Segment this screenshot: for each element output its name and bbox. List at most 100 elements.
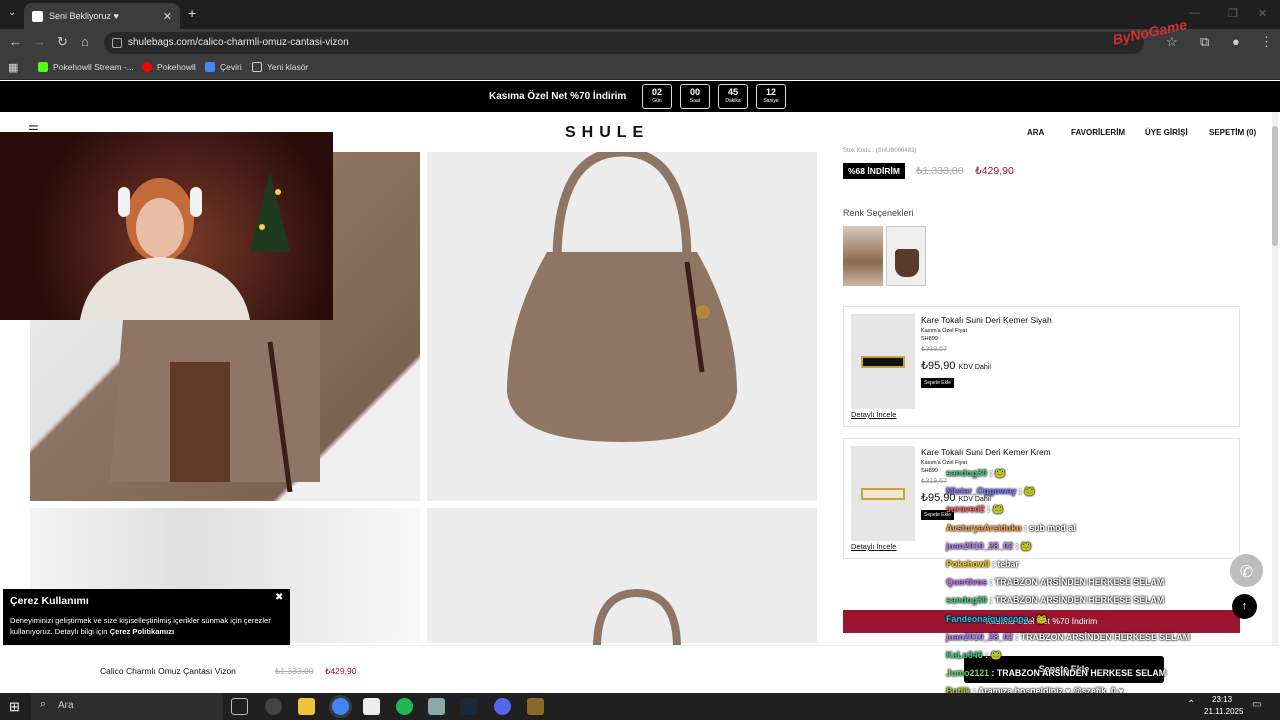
- discount-badge: %68 İNDİRİM: [843, 163, 905, 179]
- menu-cart[interactable]: SEPETİM (0): [1209, 128, 1256, 137]
- tab-favicon-icon: [32, 10, 43, 22]
- countdown-minutes: 45 Dakika: [718, 84, 748, 109]
- cookie-close-button[interactable]: ✖: [275, 592, 283, 603]
- minimize-icon[interactable]: —: [1189, 7, 1200, 19]
- menu-favorites[interactable]: FAVORİLERİM: [1071, 128, 1125, 137]
- chrome-icon[interactable]: [332, 698, 349, 715]
- forward-icon[interactable]: →: [33, 34, 46, 49]
- chat-username: Mister_Oggoway: [946, 486, 1017, 497]
- menu-login[interactable]: ÜYE GİRİŞİ: [1145, 128, 1188, 137]
- maximize-icon[interactable]: ❐: [1228, 7, 1238, 20]
- more-menu-icon[interactable]: ⋮: [1260, 34, 1273, 50]
- countdown-hours: 00 Saat: [680, 84, 710, 109]
- apps-grid-icon[interactable]: ▦: [8, 61, 18, 74]
- app-icon-obs[interactable]: [265, 698, 282, 715]
- chat-message: juan2010_28_02 : TRABZON ARSİNDEN HERKES…: [946, 628, 1276, 646]
- bookmark-folder[interactable]: Yeni klasör: [252, 62, 308, 72]
- bookmark-star-icon[interactable]: ☆: [1166, 34, 1178, 50]
- product-image-4[interactable]: [427, 508, 817, 648]
- promo-bar: Kasıma Özel Net %70 İndirim 02 Gün 00 Saat…: [0, 81, 1280, 112]
- app-icon-generic[interactable]: [428, 698, 445, 715]
- countdown-unit: Gün: [652, 98, 662, 104]
- search-icon: ⌕: [40, 698, 47, 710]
- chat-text: : 🐸: [1016, 486, 1036, 497]
- tray-chevron-icon[interactable]: ⌃: [1187, 699, 1195, 710]
- chat-message: Jumo2121 : TRABZON ARSİNDEN HERKESE SELA…: [946, 664, 1276, 682]
- related-product-thumb[interactable]: [851, 446, 915, 541]
- chat-message: juan2010_28_02 : 🐸: [946, 537, 1276, 555]
- game-icon[interactable]: [527, 698, 544, 715]
- task-view-icon[interactable]: [231, 698, 248, 715]
- home-icon[interactable]: ⌂: [81, 34, 89, 49]
- site-info-icon[interactable]: [112, 38, 122, 48]
- cookie-notice: Çerez Kullanımı ✖ Deneyiminizi geliştirm…: [3, 589, 290, 645]
- bookmark-translate[interactable]: Çeviri: [205, 62, 242, 72]
- chat-message: AvsturyaArsiduku : sub mod al: [946, 519, 1276, 537]
- youtube-icon: [142, 62, 152, 72]
- color-swatch-1[interactable]: [843, 226, 883, 286]
- stream-chat-overlay: sandog30 : 🐸 Mister_Oggoway : 🐸 suraved2 :…: [946, 464, 1276, 719]
- profile-icon[interactable]: ●: [1232, 34, 1240, 49]
- kdv-label: KDV Dahil: [958, 364, 991, 371]
- chat-text: : TRABZON ARSİNDEN HERKESE SELAM: [989, 668, 1167, 679]
- clock-time[interactable]: 23:13: [1212, 695, 1232, 704]
- bookmark-kick[interactable]: Pokehowll Stream -...: [38, 62, 134, 72]
- url-bar[interactable]: shulebags.com/calico-charmli-omuz-cantas…: [104, 32, 1144, 54]
- countdown-value: 12: [765, 87, 776, 97]
- chat-username: sandog30: [946, 468, 988, 478]
- related-product-thumb[interactable]: [851, 314, 915, 409]
- color-swatch-2[interactable]: [886, 226, 926, 286]
- bookmarks-bar: ▦ Pokehowll Stream -... Pokehowll Çeviri…: [0, 56, 1280, 80]
- back-icon[interactable]: ←: [9, 34, 22, 49]
- sticky-old-price: ₺1.333,00: [275, 666, 314, 676]
- scrollbar-thumb[interactable]: [1272, 126, 1278, 246]
- start-icon[interactable]: ⊞: [9, 699, 20, 715]
- chat-username: Quertivos: [946, 577, 988, 588]
- add-to-cart-button[interactable]: Sepete Ekle: [921, 378, 954, 388]
- folder-icon: [252, 62, 262, 72]
- spotify-icon[interactable]: [396, 698, 413, 715]
- close-tab-icon[interactable]: ✕: [163, 10, 172, 23]
- clock-date[interactable]: 21.11.2025: [1204, 707, 1243, 716]
- chat-username: Jumo2121: [946, 668, 990, 679]
- close-window-icon[interactable]: ✕: [1258, 7, 1267, 20]
- cookie-title: Çerez Kullanımı: [10, 595, 89, 607]
- steam-icon[interactable]: [460, 698, 477, 715]
- notification-icon[interactable]: ▭: [1252, 699, 1261, 710]
- tab-list-icon[interactable]: ⌄: [8, 7, 16, 18]
- browser-tab[interactable]: Seni Bekliyoruz ♥ ✕: [24, 3, 180, 29]
- streamer-webcam-image: [80, 172, 290, 320]
- translate-icon: [205, 62, 215, 72]
- discord-icon[interactable]: [494, 698, 511, 715]
- site-logo[interactable]: SHULE: [565, 124, 649, 142]
- detail-link[interactable]: Detaylı İncele: [851, 410, 896, 419]
- chat-text: : 🐸: [1028, 613, 1048, 624]
- detail-link[interactable]: Detaylı İncele: [851, 542, 896, 551]
- cookie-policy-link[interactable]: Çerez Politikamızı: [110, 627, 175, 636]
- capcut-icon[interactable]: [363, 698, 380, 715]
- chat-username: AvsturyaArsiduku: [946, 522, 1022, 533]
- price-value: ₺95,90: [921, 360, 956, 372]
- bookmark-label: Çeviri: [220, 62, 242, 72]
- chat-username: juan2010_28_02: [946, 540, 1014, 551]
- reload-icon[interactable]: ↻: [57, 34, 68, 50]
- new-tab-icon[interactable]: +: [188, 5, 196, 21]
- browser-tab-bar: ⌄ Seni Bekliyoruz ♥ ✕ + — ❐ ✕: [0, 0, 1280, 29]
- chat-username: juan2010_28_02: [946, 631, 1014, 642]
- sticky-price: ₺429,90: [325, 666, 357, 676]
- cookie-body: Deneyiminizi geliştirmek ve size kişisel…: [10, 615, 280, 637]
- taskbar-search[interactable]: ⌕ Ara: [31, 693, 223, 720]
- file-explorer-icon[interactable]: [298, 698, 315, 715]
- bookmark-youtube[interactable]: Pokehowll: [142, 62, 196, 72]
- related-product-price: ₺95,90 KDV Dahil: [921, 359, 991, 372]
- menu-search[interactable]: ARA: [1027, 128, 1044, 137]
- tab-title: Seni Bekliyoruz ♥: [49, 11, 119, 21]
- related-product-title[interactable]: Kare Tokalı Suni Deri Kemer Siyah: [921, 315, 1052, 325]
- product-image-2[interactable]: [427, 152, 817, 501]
- countdown-seconds: 12 Saniye: [756, 84, 786, 109]
- chat-text: : 🐸: [1013, 540, 1032, 551]
- chat-message: sandog30 : 🐸: [946, 464, 1276, 482]
- related-product-title[interactable]: Kare Tokalı Suni Deri Kemer Krem: [921, 447, 1051, 457]
- extensions-icon[interactable]: ⧉: [1200, 34, 1209, 50]
- related-product-old-price: ₺319,67: [921, 346, 947, 353]
